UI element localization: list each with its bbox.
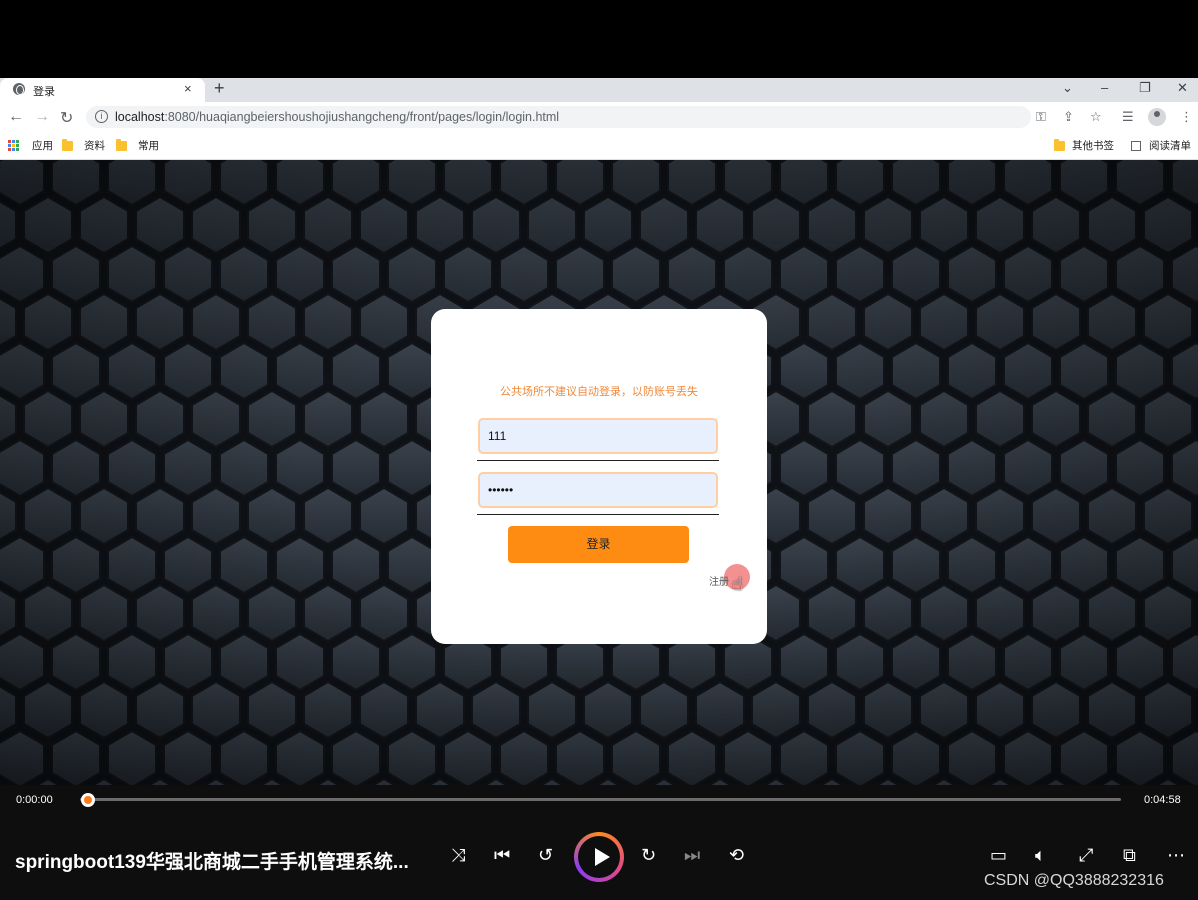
password-field-wrap: •••••• (477, 471, 719, 515)
url-input[interactable]: i localhost:8080/huaqiangbeiershoushojiu… (86, 106, 1031, 128)
play-button-inner (578, 836, 620, 878)
menu-kebab-icon[interactable]: ⋮ (1180, 109, 1193, 125)
folder-icon (1054, 138, 1065, 151)
mini-player-icon[interactable]: ⧉ (1123, 845, 1136, 866)
video-player-controls: 0:00:00 0:04:58 springboot139华强北商城二手手机管理… (0, 785, 1198, 900)
next-icon[interactable]: ⏭ (684, 845, 700, 866)
current-time: 0:00:00 (16, 794, 53, 806)
window-close-button[interactable]: ✕ (1177, 80, 1188, 96)
play-icon (595, 848, 610, 866)
subtitles-icon[interactable]: ▭ (990, 845, 1007, 866)
page-viewport: 公共场所不建议自动登录，以防账号丢失 111 •••••• 登录 注册 ☝ (0, 160, 1198, 785)
url-text: localhost:8080/huaqiangbeiershoushojiush… (115, 110, 560, 124)
progress-scrubber[interactable] (81, 793, 95, 807)
globe-icon (13, 83, 25, 95)
repeat-off-icon[interactable]: ⟲ (729, 845, 744, 866)
key-icon[interactable]: ⚿ (1036, 109, 1046, 125)
reading-list-icon[interactable]: ☰ (1122, 109, 1134, 125)
login-card: 公共场所不建议自动登录，以防账号丢失 111 •••••• 登录 注册 ☝ (431, 309, 767, 644)
share-icon[interactable]: ⇪ (1063, 109, 1074, 125)
fullscreen-icon[interactable]: ⤢ (1079, 845, 1093, 866)
tab-title: 登录 (33, 86, 55, 98)
previous-icon[interactable]: ⏮ (494, 845, 510, 866)
bookmark-other[interactable]: 其他书签 (1054, 138, 1114, 153)
top-letterbox (0, 0, 1198, 78)
volume-icon[interactable]: 🔈︎ (1035, 845, 1046, 866)
apps-grid-icon (8, 140, 19, 151)
username-input[interactable]: 111 (478, 418, 718, 454)
folder-icon (62, 138, 73, 151)
bookmark-folder-1[interactable]: 资料 (62, 138, 105, 153)
new-tab-button[interactable]: + (214, 78, 225, 99)
video-title: springboot139华强北商城二手手机管理系统... (15, 852, 409, 873)
rewind-10-icon[interactable]: ↺ (538, 845, 553, 866)
bookmarks-bar: 应用 资料 常用 其他书签 阅读清单 (0, 132, 1198, 160)
login-button[interactable]: 登录 (508, 526, 689, 563)
browser-tab[interactable]: 登录 × (0, 78, 205, 102)
bookmark-apps[interactable]: 应用 (8, 138, 53, 153)
tab-close-icon[interactable]: × (184, 81, 192, 96)
info-icon[interactable]: i (95, 110, 108, 123)
password-input[interactable]: •••••• (478, 472, 718, 508)
reading-list-button[interactable]: 阅读清单 (1131, 138, 1191, 153)
bookmark-folder-2[interactable]: 常用 (116, 138, 159, 153)
address-bar-row: ← → ↻ i localhost:8080/huaqiangbeiershou… (0, 102, 1198, 132)
minimize-button[interactable]: – (1101, 80, 1108, 95)
more-options-icon[interactable]: ⋯ (1167, 845, 1185, 866)
reading-list-icon (1131, 140, 1141, 151)
duration: 0:04:58 (1144, 794, 1181, 806)
register-link[interactable]: 注册 (709, 573, 729, 588)
forward-arrow-icon[interactable]: → (34, 108, 50, 126)
tab-search-icon[interactable]: ⌄ (1062, 80, 1073, 96)
progress-track[interactable] (80, 798, 1121, 801)
back-arrow-icon[interactable]: ← (8, 108, 24, 126)
csdn-watermark: CSDN @QQ3888232316 (984, 872, 1164, 889)
username-field-wrap: 111 (477, 417, 719, 461)
hand-cursor-icon: ☝ (732, 574, 743, 594)
auto-login-warning: 公共场所不建议自动登录，以防账号丢失 (500, 386, 698, 398)
forward-30-icon[interactable]: ↻ (641, 845, 656, 866)
reload-icon[interactable]: ↻ (60, 108, 73, 128)
tab-bar: 登录 × + ⌄ – ❐ ✕ (0, 78, 1198, 102)
play-button[interactable] (574, 832, 624, 882)
restore-button[interactable]: ❐ (1139, 80, 1151, 96)
shuffle-icon[interactable]: ⤨ (451, 845, 465, 866)
profile-avatar[interactable] (1148, 108, 1166, 126)
star-icon[interactable]: ☆ (1090, 109, 1102, 125)
folder-icon (116, 138, 127, 151)
